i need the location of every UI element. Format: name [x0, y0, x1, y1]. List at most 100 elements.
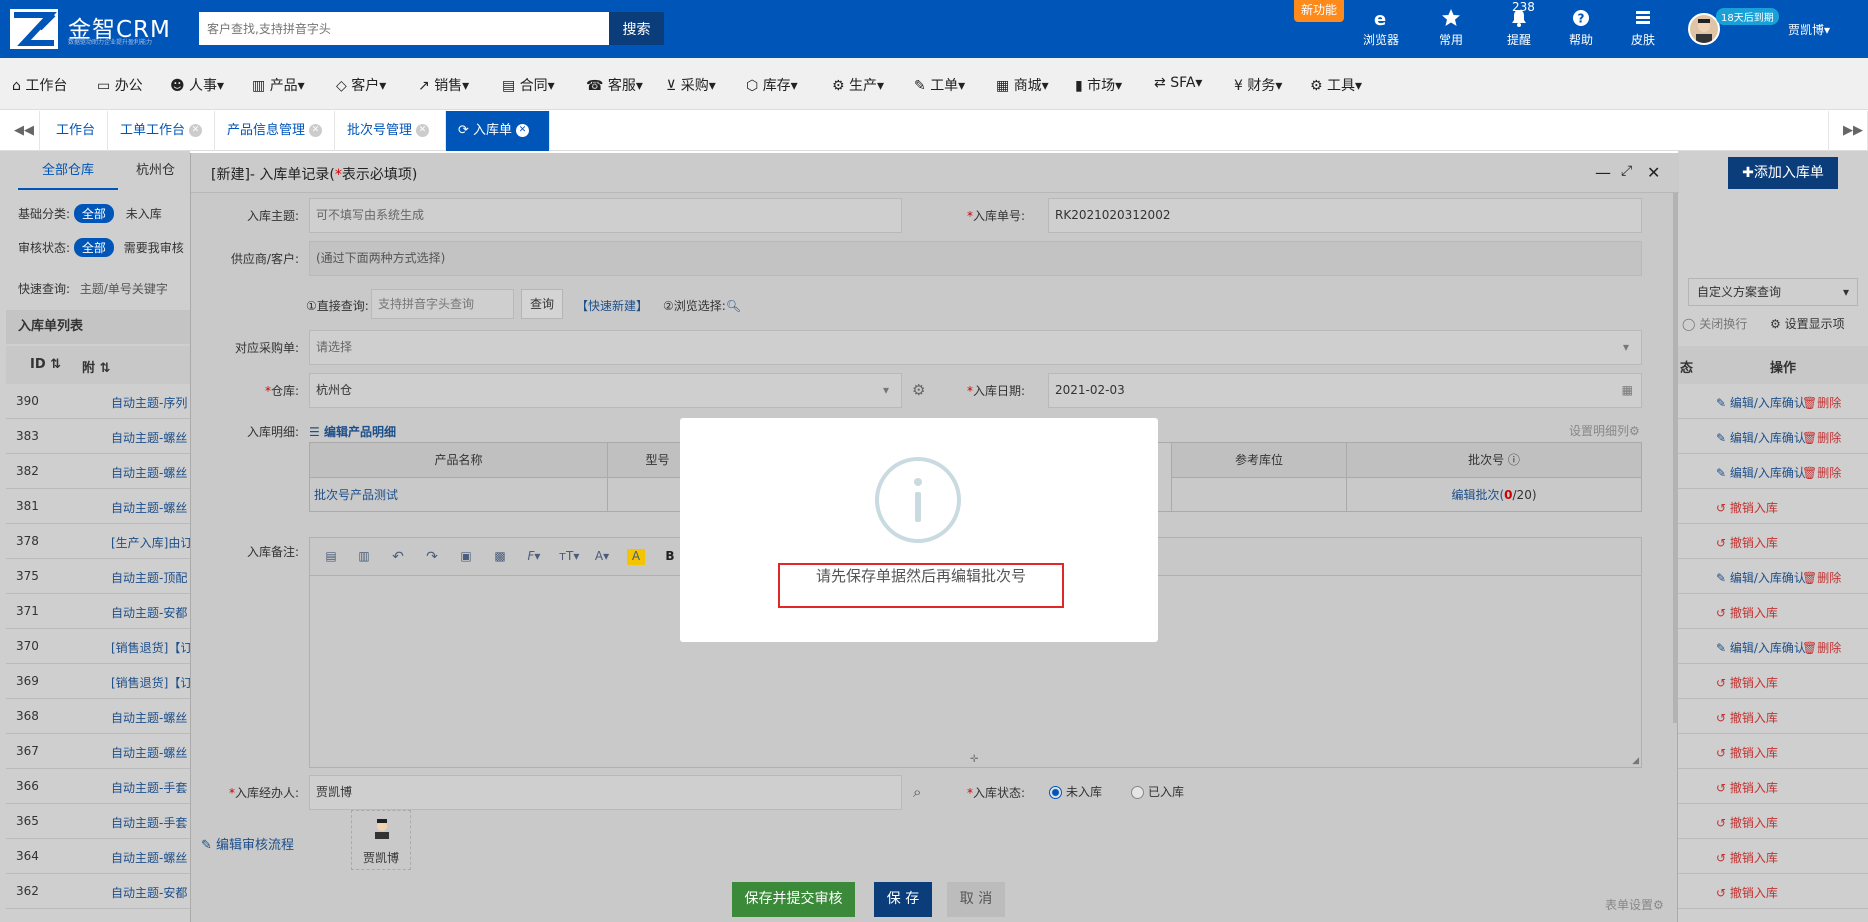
row-title-link[interactable]: [销售退货]【订 — [111, 639, 192, 656]
delete-link[interactable]: 🗑︎删除 — [1802, 464, 1841, 481]
close-icon[interactable]: ✕ — [516, 124, 530, 137]
supplier-input[interactable]: (通过下面两种方式选择) — [309, 241, 1642, 276]
delete-link[interactable]: 🗑︎删除 — [1802, 394, 1841, 411]
status-in-radio[interactable]: 已入库 — [1131, 783, 1184, 800]
edit-confirm-link[interactable]: ✎ 编辑/入库确认 — [1716, 464, 1806, 481]
delete-link[interactable]: 🗑︎删除 — [1802, 569, 1841, 586]
table-row[interactable]: 366 自动主题-手套 — [6, 769, 190, 804]
paste-word-icon[interactable]: ▩ — [491, 549, 509, 565]
tab-workorder-workbench[interactable]: 工单工作台 ✕ — [108, 111, 215, 151]
tab-scroll-left-icon[interactable]: ◀◀ — [0, 111, 40, 151]
resize-handle-icon[interactable]: ✛ — [970, 754, 978, 765]
basic-all-filter[interactable]: 全部 — [73, 204, 114, 223]
modal-scrollbar[interactable] — [1673, 193, 1678, 723]
close-icon[interactable]: ✕ — [189, 124, 203, 137]
tab-product-info[interactable]: 产品信息管理 ✕ — [215, 111, 335, 151]
close-icon[interactable]: ✕ — [309, 124, 323, 137]
row-title-link[interactable]: 自动主题-螺丝 — [111, 849, 187, 866]
product-name-cell[interactable]: 批次号产品测试 — [310, 477, 608, 512]
template-icon[interactable]: ▥ — [355, 549, 373, 565]
close-wrap-toggle[interactable]: ◯ 关闭换行 — [1682, 315, 1747, 332]
tab-all-warehouse[interactable]: 全部仓库 — [18, 152, 118, 190]
row-title-link[interactable]: 自动主题-序列 — [111, 394, 187, 411]
nav-inventory[interactable]: ⬡ 库存▾ — [746, 75, 798, 95]
close-icon[interactable]: ✕ — [1647, 163, 1660, 182]
nav-workorder[interactable]: ✎ 工单▾ — [914, 75, 965, 95]
number-input[interactable]: RK2021020312002 — [1048, 198, 1642, 233]
save-button[interactable]: 保 存 — [874, 882, 932, 917]
nav-product[interactable]: ▥ 产品▾ — [252, 75, 305, 95]
table-row[interactable]: 375 自动主题-顶配 — [6, 559, 190, 594]
table-row[interactable]: 368 自动主题-螺丝 — [6, 699, 190, 734]
nav-purchase[interactable]: ⊻ 采购▾ — [666, 75, 716, 95]
font-color-icon[interactable]: A▾ — [593, 549, 611, 565]
revoke-link[interactable]: ↺ 撤销入库 — [1716, 709, 1778, 726]
revoke-link[interactable]: ↺ 撤销入库 — [1716, 779, 1778, 796]
revoke-link[interactable]: ↺ 撤销入库 — [1716, 499, 1778, 516]
revoke-link[interactable]: ↺ 撤销入库 — [1716, 884, 1778, 901]
detail-settings-link[interactable]: 设置明细列⚙ — [1569, 422, 1640, 439]
revoke-link[interactable]: ↺ 撤销入库 — [1716, 849, 1778, 866]
basic-not-in-filter[interactable]: 未入库 — [126, 207, 162, 221]
batch-cell[interactable]: 编辑批次(0/20) — [1347, 477, 1641, 512]
source-icon[interactable]: ▤ — [322, 549, 340, 565]
nav-sfa[interactable]: ⇄ SFA▾ — [1154, 75, 1202, 91]
refresh-icon[interactable]: ⟳ — [458, 123, 473, 138]
row-title-link[interactable]: 自动主题-顶配 — [111, 569, 187, 586]
user-menu[interactable]: 贾凯博▾ — [1788, 21, 1830, 38]
edit-confirm-link[interactable]: ✎ 编辑/入库确认 — [1716, 394, 1806, 411]
direct-query-input[interactable]: 支持拼音字头查询 — [371, 289, 514, 319]
table-row[interactable]: 365 自动主题-手套 — [6, 804, 190, 839]
new-feature-badge[interactable]: 新功能 — [1294, 0, 1344, 22]
corner-resize-icon[interactable]: ◢ — [1632, 756, 1639, 766]
search-button[interactable]: 搜索 — [609, 12, 664, 45]
revoke-link[interactable]: ↺ 撤销入库 — [1716, 674, 1778, 691]
quick-new-link[interactable]: 【快速新建】 — [576, 297, 648, 314]
edit-audit-flow-link[interactable]: ✎ 编辑审核流程 — [201, 834, 294, 853]
revoke-link[interactable]: ↺ 撤销入库 — [1716, 604, 1778, 621]
table-row[interactable]: 370 [销售退货]【订 — [6, 629, 192, 664]
nav-hr[interactable]: ☻ 人事▾ — [170, 75, 224, 95]
tab-workbench[interactable]: 工作台 — [40, 111, 108, 151]
delete-link[interactable]: 🗑︎删除 — [1802, 429, 1841, 446]
table-row[interactable]: 369 [销售退货]【订 — [6, 664, 192, 699]
table-row[interactable]: 382 自动主题-螺丝 — [6, 454, 190, 489]
revoke-link[interactable]: ↺ 撤销入库 — [1716, 814, 1778, 831]
redo-icon[interactable]: ↷ — [423, 549, 441, 565]
quick-query-input[interactable]: 主题/单号关键字 — [80, 282, 168, 296]
form-settings-link[interactable]: 表单设置⚙ — [1605, 896, 1664, 913]
row-title-link[interactable]: 自动主题-安都 — [111, 884, 187, 901]
help-tool[interactable]: ? 帮助 — [1556, 8, 1606, 48]
nav-tools[interactable]: ⚙ 工具▾ — [1310, 75, 1362, 95]
nav-contract[interactable]: ▤ 合同▾ — [502, 75, 555, 95]
cancel-button[interactable]: 取 消 — [947, 882, 1005, 917]
tab-batch-number[interactable]: 批次号管理 ✕ — [335, 111, 446, 151]
query-button[interactable]: 查询 — [521, 289, 563, 319]
undo-icon[interactable]: ↶ — [389, 549, 407, 565]
table-row[interactable]: 390 自动主题-序列 — [6, 384, 190, 419]
table-row[interactable]: 362 自动主题-安都 — [6, 874, 190, 909]
auditor-card[interactable]: 贾凯博 — [351, 810, 411, 870]
table-row[interactable]: 383 自动主题-螺丝 — [6, 419, 190, 454]
row-title-link[interactable]: 自动主题-手套 — [111, 814, 187, 831]
row-title-link[interactable]: [生产入库]由订 — [111, 534, 192, 551]
browser-tool[interactable]: e 浏览器 — [1356, 8, 1406, 48]
handler-input[interactable]: 贾凯博 — [309, 775, 902, 810]
status-not-in-radio[interactable]: 未入库 — [1049, 783, 1102, 800]
table-row[interactable]: 371 自动主题-安都 — [6, 594, 190, 629]
favorites-tool[interactable]: 常用 — [1426, 8, 1476, 48]
edit-products-link[interactable]: ☰ 编辑产品明细 — [309, 423, 396, 440]
nav-workbench[interactable]: ⌂ 工作台 — [12, 75, 67, 95]
po-select[interactable]: 请选择 ▾ — [309, 330, 1642, 365]
table-row[interactable]: 367 自动主题-螺丝 — [6, 734, 190, 769]
revoke-link[interactable]: ↺ 撤销入库 — [1716, 534, 1778, 551]
row-title-link[interactable]: 自动主题-螺丝 — [111, 744, 187, 761]
nav-office[interactable]: ▭ 办公 — [97, 75, 143, 95]
nav-mall[interactable]: ▦ 商城▾ — [996, 75, 1049, 95]
row-title-link[interactable]: 自动主题-手套 — [111, 779, 187, 796]
delete-link[interactable]: 🗑︎删除 — [1802, 639, 1841, 656]
subject-input[interactable]: 可不填写由系统生成 — [309, 198, 902, 233]
maximize-icon[interactable]: ⤢ — [1621, 163, 1632, 179]
row-title-link[interactable]: 自动主题-螺丝 — [111, 464, 187, 481]
audit-need-filter[interactable]: 需要我审核 — [124, 241, 184, 255]
